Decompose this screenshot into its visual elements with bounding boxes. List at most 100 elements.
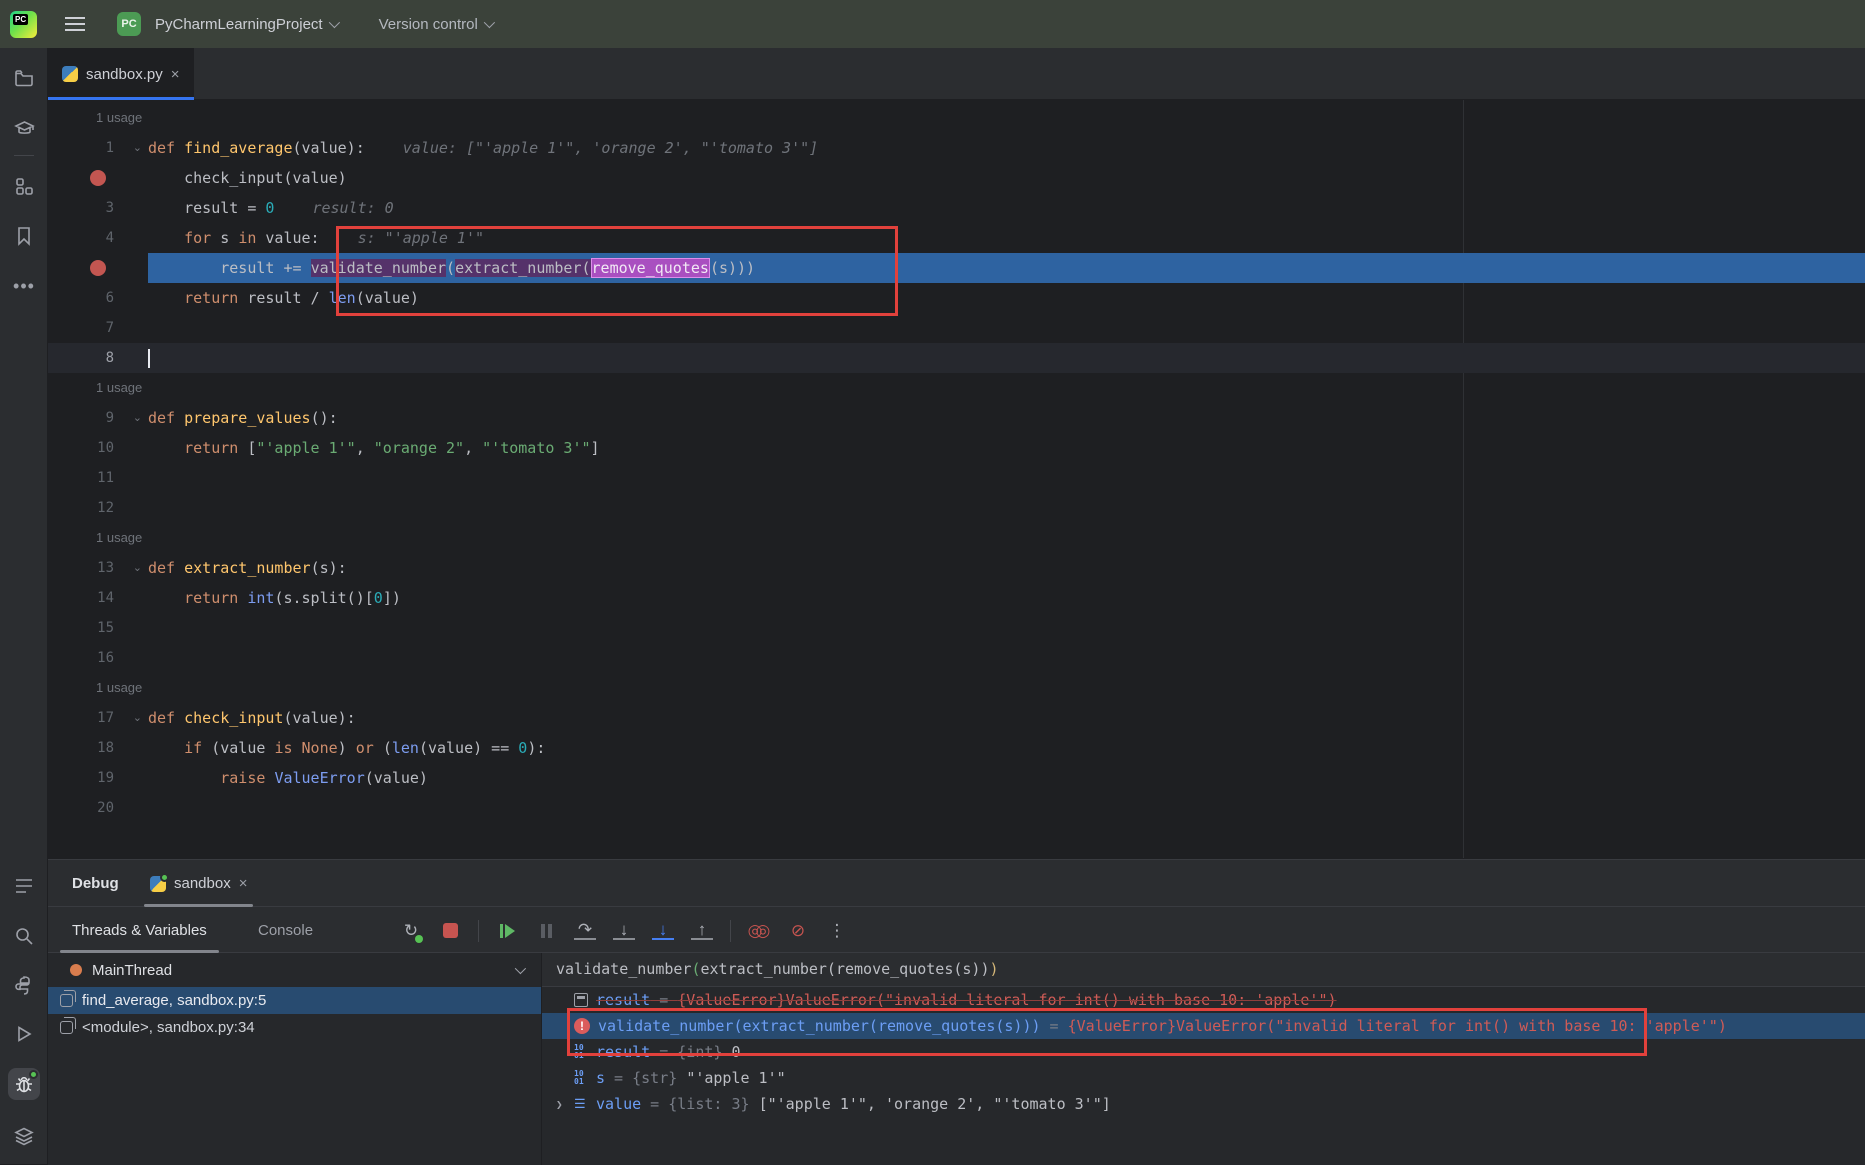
tab-console[interactable]: Console [246,908,325,953]
project-folder-icon[interactable] [8,62,40,94]
expand-chevron-icon[interactable]: ❯ [556,1098,566,1111]
gutter[interactable]: 14 [48,583,148,613]
code-text[interactable] [148,463,1865,493]
code-line[interactable]: 4 for s in value: s: "'apple 1'" [48,223,1865,253]
code-line[interactable]: 6 return result / len(value) [48,283,1865,313]
close-icon[interactable]: × [239,875,248,892]
breakpoint-dot[interactable] [90,170,106,186]
usage-label-row[interactable]: 1 usage [48,673,1865,703]
code-line[interactable]: 3 result = 0 result: 0 [48,193,1865,223]
code-editor[interactable]: 1 usage 1 ⌄ def find_average(value): value: … [48,100,1865,858]
code-text[interactable] [148,343,1865,373]
gutter[interactable]: 7 [48,313,148,343]
python-console-icon[interactable] [8,970,40,1002]
mute-breakpoints-icon[interactable]: ⊘ [787,920,809,942]
usage-label-row[interactable]: 1 usage [48,523,1865,553]
vcs-selector[interactable]: Version control [379,16,495,33]
gutter[interactable]: 3 [48,193,148,223]
gutter[interactable]: 12 [48,493,148,523]
code-text[interactable]: def prepare_values(): [148,403,1865,433]
code-text[interactable] [148,613,1865,643]
step-into-icon[interactable]: ↓ [613,920,635,940]
code-text[interactable]: check_input(value) [148,163,1865,193]
breakpoint-dot[interactable] [90,260,106,276]
frame-row[interactable]: find_average, sandbox.py:5 [48,987,541,1014]
code-text[interactable] [148,793,1865,823]
gutter[interactable] [48,163,148,193]
code-line[interactable]: 11 [48,463,1865,493]
code-line[interactable]: 19 raise ValueError(value) [48,763,1865,793]
code-text[interactable]: if (value is None) or (len(value) == 0): [148,733,1865,763]
usage-label[interactable]: 1 usage [48,523,142,553]
gutter[interactable]: 10 [48,433,148,463]
code-text[interactable]: raise ValueError(value) [148,763,1865,793]
project-selector[interactable]: PyCharmLearningProject [155,16,340,33]
resume-icon[interactable] [496,920,518,942]
force-step-into-icon[interactable]: ↓ [652,920,674,940]
main-menu-icon[interactable] [65,17,85,31]
code-line[interactable]: result += validate_number(extract_number… [48,253,1865,283]
more-options-icon[interactable]: ⋮ [826,920,848,942]
code-line[interactable]: 1 ⌄ def find_average(value): value: ["'appl… [48,133,1865,163]
variable-row[interactable]: 10 01 s = {str} "'apple 1'" [542,1065,1865,1091]
step-out-icon[interactable]: ↑ [691,920,713,940]
fold-chevron-icon[interactable]: ⌄ [133,133,142,163]
tab-threads-variables[interactable]: Threads & Variables [60,908,219,953]
view-breakpoints-icon[interactable]: ◎ ◎ [748,920,771,942]
frame-row[interactable]: <module>, sandbox.py:34 [48,1014,541,1041]
gutter[interactable]: 6 [48,283,148,313]
code-text[interactable] [148,313,1865,343]
code-line[interactable]: 12 [48,493,1865,523]
gutter[interactable]: 20 [48,793,148,823]
structure-icon[interactable] [8,170,40,202]
code-text[interactable]: return ["'apple 1'", "orange 2", "'tomat… [148,433,1865,463]
bookmarks-icon[interactable] [8,220,40,252]
stop-icon[interactable] [439,920,461,942]
code-line[interactable]: 20 [48,793,1865,823]
code-text[interactable] [148,643,1865,673]
gutter[interactable]: 18 [48,733,148,763]
debug-icon[interactable] [8,1068,40,1100]
code-line[interactable]: 14 return int(s.split()[0]) [48,583,1865,613]
code-text[interactable]: return int(s.split()[0]) [148,583,1865,613]
fold-chevron-icon[interactable]: ⌄ [133,703,142,733]
usage-label[interactable]: 1 usage [48,673,142,703]
code-line[interactable]: 18 if (value is None) or (len(value) == … [48,733,1865,763]
close-icon[interactable]: × [171,66,180,83]
gutter[interactable]: 1 ⌄ [48,133,148,163]
code-line[interactable]: 15 [48,613,1865,643]
gutter[interactable]: 13 ⌄ [48,553,148,583]
usage-label[interactable]: 1 usage [48,103,142,133]
fold-chevron-icon[interactable]: ⌄ [133,553,142,583]
code-text[interactable]: def extract_number(s): [148,553,1865,583]
usage-label[interactable]: 1 usage [48,373,142,403]
code-line[interactable]: 17 ⌄ def check_input(value): [48,703,1865,733]
pause-icon[interactable] [535,920,557,942]
more-tool-windows-icon[interactable]: ••• [8,270,40,302]
project-badge-icon[interactable]: PC [117,12,141,36]
gutter[interactable]: 19 [48,763,148,793]
code-line[interactable]: 8 [48,343,1865,373]
code-text[interactable]: def check_input(value): [148,703,1865,733]
tab-debug-session-sandbox[interactable]: sandbox × [140,860,257,907]
todo-icon[interactable] [8,870,40,902]
tab-sandbox-py[interactable]: sandbox.py × [48,48,194,100]
gutter[interactable]: 16 [48,643,148,673]
fold-chevron-icon[interactable]: ⌄ [133,403,142,433]
code-line[interactable]: check_input(value) [48,163,1865,193]
code-line[interactable]: 7 [48,313,1865,343]
gutter[interactable]: 9 ⌄ [48,403,148,433]
gutter[interactable]: 11 [48,463,148,493]
evaluation-expression-bar[interactable]: validate_number(extract_number(remove_qu… [542,953,1865,987]
usage-label-row[interactable]: 1 usage [48,103,1865,133]
code-text[interactable]: result = 0 result: 0 [148,193,1865,223]
search-icon[interactable] [8,920,40,952]
gutter[interactable]: 17 ⌄ [48,703,148,733]
usage-label-row[interactable]: 1 usage [48,373,1865,403]
rerun-debugger-icon[interactable]: ↻ [400,920,423,943]
code-text[interactable] [148,493,1865,523]
code-line[interactable]: 16 [48,643,1865,673]
variable-row[interactable]: ❯ ☰ value = {list: 3} ["'apple 1'", 'orang… [542,1091,1865,1117]
code-line[interactable]: 10 return ["'apple 1'", "orange 2", "'to… [48,433,1865,463]
step-over-icon[interactable]: ↷ [574,920,596,940]
